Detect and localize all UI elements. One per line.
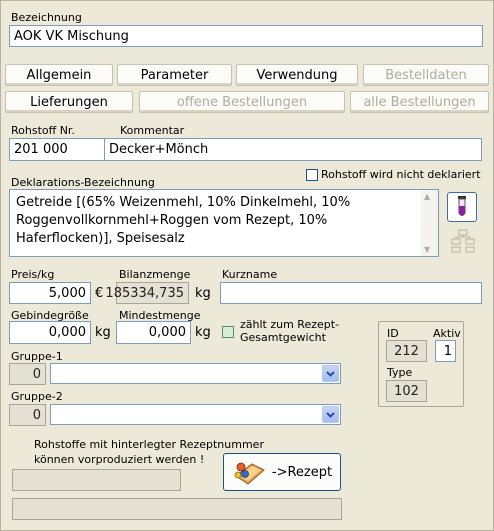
rezept-gewicht-label-line1: zählt zum Rezept- bbox=[240, 318, 340, 331]
kurzname-label: Kurzname bbox=[222, 268, 278, 281]
recipe-icon bbox=[234, 462, 265, 485]
tree-structure-icon bbox=[451, 229, 475, 253]
gruppe2-label: Gruppe-2 bbox=[11, 390, 63, 403]
bilanzmenge-value: 185334,735 bbox=[105, 282, 189, 304]
rezept-button-label: ->Rezept bbox=[271, 464, 333, 480]
tab-bestelldaten[interactable]: Bestelldaten bbox=[363, 64, 489, 86]
aktiv-label: Aktiv bbox=[433, 327, 461, 340]
test-tube-icon bbox=[458, 196, 466, 216]
deklaration-textarea[interactable]: Getreide [(65% Weizenmehl, 10% Dinkelmeh… bbox=[9, 189, 439, 257]
tab-alle-bestellungen[interactable]: alle Bestellungen bbox=[350, 91, 489, 113]
deklaration-text: Getreide [(65% Weizenmehl, 10% Dinkelmeh… bbox=[16, 195, 351, 246]
not-declared-checkbox[interactable] bbox=[306, 169, 318, 181]
rezept-gewicht-checkbox[interactable] bbox=[222, 326, 234, 338]
raw-material-window: Bezeichnung AOK VK Mischung Allgemein Pa… bbox=[0, 0, 494, 531]
gebinde-input[interactable]: 0,000 bbox=[9, 321, 91, 344]
scroll-down-icon[interactable]: ▼ bbox=[424, 245, 430, 254]
rezept-name-field bbox=[12, 498, 342, 520]
gruppe1-dropdown-button[interactable] bbox=[322, 365, 339, 382]
bilanzmenge-unit: kg bbox=[195, 286, 211, 301]
gruppe2-number: 0 bbox=[9, 404, 46, 426]
not-declared-label: Rohstoff wird nicht deklariert bbox=[321, 168, 481, 181]
chevron-down-icon bbox=[326, 411, 335, 418]
preis-label: Preis/kg bbox=[11, 268, 55, 281]
tab-parameter[interactable]: Parameter bbox=[117, 64, 232, 86]
rezept-gewicht-label-line2: Gesamtgewicht bbox=[240, 331, 326, 344]
gruppe2-select[interactable] bbox=[50, 404, 341, 425]
gruppe1-select[interactable] bbox=[50, 363, 341, 384]
tree-button[interactable] bbox=[449, 227, 477, 255]
tab-allgemein[interactable]: Allgemein bbox=[5, 64, 113, 86]
scroll-up-icon[interactable]: ▲ bbox=[424, 192, 430, 201]
kommentar-label: Kommentar bbox=[120, 124, 185, 137]
mindestmenge-unit: kg bbox=[195, 325, 211, 340]
tab-offene-bestellungen[interactable]: offene Bestellungen bbox=[139, 91, 345, 113]
gebinde-unit: kg bbox=[95, 325, 111, 340]
gruppe1-label: Gruppe-1 bbox=[11, 350, 63, 363]
kurzname-input[interactable] bbox=[220, 282, 482, 304]
mindestmenge-input[interactable]: 0,000 bbox=[116, 321, 191, 344]
rezept-nr-field bbox=[12, 469, 181, 491]
id-label: ID bbox=[387, 327, 399, 340]
bezeichnung-label: Bezeichnung bbox=[11, 11, 82, 24]
test-tube-button[interactable] bbox=[447, 192, 477, 222]
deklaration-label: Deklarations-Bezeichnung bbox=[11, 176, 155, 189]
rezept-button[interactable]: ->Rezept bbox=[223, 453, 341, 491]
type-value: 102 bbox=[386, 380, 427, 402]
id-value: 212 bbox=[386, 340, 427, 362]
rezept-gewicht-label: zählt zum Rezept- Gesamtgewicht bbox=[240, 318, 339, 344]
type-label: Type bbox=[387, 366, 413, 379]
kommentar-input[interactable]: Decker+Mönch bbox=[104, 138, 482, 161]
rohstoff-nr-label: Rohstoff Nr. bbox=[11, 124, 75, 137]
aktiv-input[interactable]: 1 bbox=[435, 340, 456, 362]
bilanzmenge-label: Bilanzmenge bbox=[119, 268, 191, 281]
rezept-note-line1: Rohstoffe mit hinterlegter Rezeptnummer bbox=[34, 438, 264, 451]
preis-input[interactable]: 5,000 bbox=[9, 282, 91, 304]
tab-lieferungen[interactable]: Lieferungen bbox=[5, 91, 133, 113]
rohstoff-nr-input[interactable]: 201 000 bbox=[9, 138, 105, 161]
deklaration-scrollbar[interactable]: ▲ ▼ bbox=[421, 190, 438, 256]
chevron-down-icon bbox=[326, 370, 335, 377]
gruppe2-dropdown-button[interactable] bbox=[322, 406, 339, 423]
gruppe1-number: 0 bbox=[9, 363, 46, 385]
bezeichnung-input[interactable]: AOK VK Mischung bbox=[9, 25, 483, 47]
preis-unit: € bbox=[95, 286, 104, 301]
tab-verwendung[interactable]: Verwendung bbox=[236, 64, 358, 86]
